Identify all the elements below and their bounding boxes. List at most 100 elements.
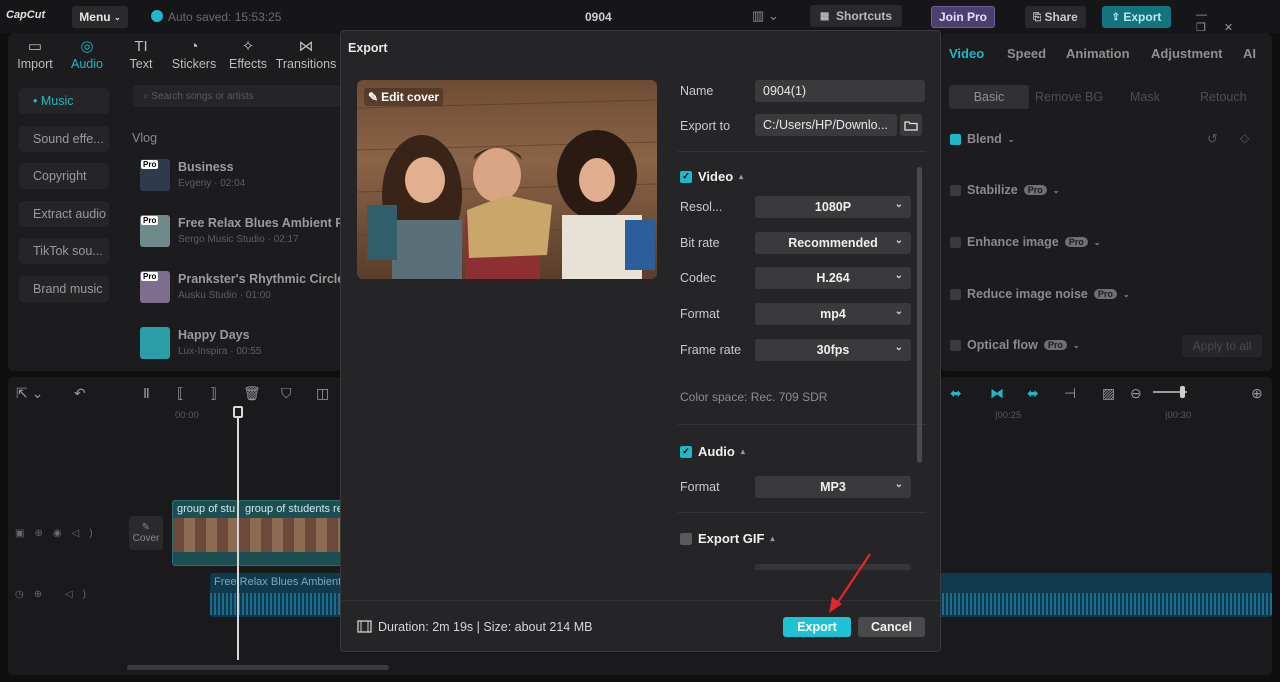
search-input[interactable]: ⌕ Search songs or artists xyxy=(133,85,341,107)
marker-icon[interactable]: ⛉ xyxy=(281,385,292,402)
menu-button[interactable]: Menu ⌄ xyxy=(72,6,128,28)
settings-scrollbar[interactable] xyxy=(917,167,922,463)
chevron-down-icon: ⌄ xyxy=(894,199,903,210)
cancel-button[interactable]: Cancel xyxy=(858,617,925,637)
edit-cover-button[interactable]: ✎ Edit cover xyxy=(364,88,444,106)
select-tool-icon[interactable]: ⇱ ⌄ xyxy=(16,385,43,402)
video-clip[interactable]: group of students re xyxy=(238,500,342,566)
zoom-in-icon[interactable]: ⊕ xyxy=(1251,385,1263,402)
resolution-select[interactable]: 1080P ⌄ xyxy=(755,196,911,218)
audio-section-header[interactable]: ✓ Audio ▴ xyxy=(680,444,745,459)
gif-section-header[interactable]: Export GIF ▴ xyxy=(680,531,774,546)
tab-adjustment[interactable]: Adjustment xyxy=(1151,46,1223,61)
codec-select[interactable]: H.264 ⌄ xyxy=(755,267,911,289)
undo-icon[interactable]: ↶ xyxy=(74,385,86,402)
tab-stickers[interactable]: ◔ Stickers xyxy=(165,38,223,71)
subtab-basic[interactable]: Basic xyxy=(949,85,1029,109)
pencil-icon: ✎ xyxy=(141,522,151,533)
video-checkbox[interactable]: ✓ xyxy=(680,170,692,183)
split-left-icon[interactable]: ⟦ xyxy=(177,385,184,402)
checkbox[interactable] xyxy=(950,339,961,351)
option-optical-flow[interactable]: Optical flow Pro ⌄ xyxy=(950,338,1080,352)
zoom-slider-handle[interactable] xyxy=(1180,386,1185,398)
tab-animation[interactable]: Animation xyxy=(1066,46,1130,61)
apply-to-all-button[interactable]: Apply to all xyxy=(1182,335,1262,357)
playhead-handle[interactable] xyxy=(233,406,243,418)
audio-track-controls[interactable]: ◷⊕ ◁) xyxy=(15,589,96,600)
sidebar-item-sound-effects[interactable]: Sound effe... xyxy=(19,126,109,152)
gif-checkbox[interactable] xyxy=(680,532,692,545)
list-item[interactable]: Pro Prankster's Rhythmic Circles Ausku St… xyxy=(133,264,351,310)
reset-icon[interactable]: ↺ xyxy=(1207,131,1218,147)
tab-speed[interactable]: Speed xyxy=(1007,46,1046,61)
option-stabilize[interactable]: Stabilize Pro ⌄ xyxy=(950,183,1059,197)
window-controls[interactable]: —❐✕ xyxy=(1196,9,1280,34)
sidebar-item-extract-audio[interactable]: Extract audio xyxy=(19,201,109,227)
format-select[interactable]: mp4 ⌄ xyxy=(755,303,911,325)
option-reduce-noise[interactable]: Reduce image noise Pro ⌄ xyxy=(950,287,1130,301)
folder-button[interactable] xyxy=(900,114,922,136)
name-input[interactable]: 0904(1) xyxy=(755,80,925,102)
video-track-controls[interactable]: ▣⊕◉◁) xyxy=(15,528,103,539)
film-icon xyxy=(357,620,372,636)
top-export-button[interactable]: ⇪ Export xyxy=(1102,6,1171,28)
playhead[interactable] xyxy=(237,408,239,660)
share-button[interactable]: ⎘ Share xyxy=(1025,6,1086,28)
sidebar-item-tiktok-sounds[interactable]: TikTok sou... xyxy=(19,238,109,264)
video-section-header[interactable]: ✓ Video ▴ xyxy=(680,169,743,184)
framerate-select[interactable]: 30fps ⌄ xyxy=(755,339,911,361)
join-pro-button[interactable]: Join Pro xyxy=(931,6,995,28)
color-space-info: Color space: Rec. 709 SDR xyxy=(680,390,828,404)
option-blend[interactable]: Blend ⌄ xyxy=(950,132,1014,146)
split-icon[interactable]: Ⅱ xyxy=(143,385,150,402)
bitrate-select[interactable]: Recommended ⌄ xyxy=(755,232,911,254)
track-thumbnail xyxy=(140,327,170,359)
tab-transitions[interactable]: ⋈ Transitions xyxy=(273,38,339,71)
audio-format-select[interactable]: MP3 ⌄ xyxy=(755,476,911,498)
checkbox[interactable] xyxy=(950,288,961,300)
red-arrow-annotation xyxy=(829,553,871,613)
divider xyxy=(678,512,926,513)
delete-icon[interactable]: 🗑 xyxy=(243,385,261,402)
keyframe-icon[interactable]: ◇ xyxy=(1240,131,1249,145)
list-item[interactable]: Happy Days Lux-Inspira · 00:55 xyxy=(133,320,343,366)
tab-import[interactable]: ▭ Import xyxy=(13,38,57,71)
crop-icon[interactable]: ◫ xyxy=(316,385,329,402)
tab-audio[interactable]: ◎ Audio xyxy=(57,38,117,71)
video-clip[interactable]: group of stu xyxy=(172,500,238,566)
tab-video[interactable]: Video xyxy=(949,46,984,61)
checkbox[interactable] xyxy=(950,236,961,248)
zoom-out-icon[interactable]: ⊖ xyxy=(1130,385,1142,402)
sidebar-item-brand-music[interactable]: Brand music xyxy=(19,276,109,302)
align-icon[interactable]: ⊣ xyxy=(1064,385,1076,402)
time-tick: 00:00 xyxy=(175,410,199,421)
audio-checkbox[interactable]: ✓ xyxy=(680,445,692,458)
export-path-input[interactable]: C:/Users/HP/Downlo... xyxy=(755,114,897,136)
image-icon[interactable]: ▨ xyxy=(1102,385,1115,402)
export-button[interactable]: Export xyxy=(783,617,851,637)
shortcuts-button[interactable]: ▦ Shortcuts xyxy=(810,5,902,27)
cover-button[interactable]: ✎ Cover xyxy=(129,516,163,550)
pro-badge: Pro xyxy=(141,272,159,281)
subtab-mask[interactable]: Mask xyxy=(1130,90,1160,104)
tab-effects[interactable]: ✧ Effects xyxy=(223,38,273,71)
sidebar-item-copyright[interactable]: Copyright xyxy=(19,163,109,189)
duration-size-info: Duration: 2m 19s | Size: about 214 MB xyxy=(378,620,593,634)
timeline-scrollbar[interactable] xyxy=(127,665,389,670)
checkbox[interactable] xyxy=(950,184,961,196)
list-item[interactable]: Pro Business Evgeny · 02:04 xyxy=(133,152,343,198)
option-enhance-image[interactable]: Enhance image Pro ⌄ xyxy=(950,235,1100,249)
checkbox[interactable] xyxy=(950,133,961,145)
tab-ai[interactable]: AI xyxy=(1243,46,1256,61)
link-icon[interactable]: ⧓ xyxy=(990,385,1004,402)
list-item[interactable]: Pro Free Relax Blues Ambient Po Sergo Mus… xyxy=(133,208,351,254)
split-right-icon[interactable]: ⟧ xyxy=(210,385,217,402)
sidebar-item-music[interactable]: • Music xyxy=(19,88,109,114)
preview-axis-icon[interactable]: ⬌ xyxy=(1027,385,1039,402)
layout-icon[interactable]: ▥ ⌄ xyxy=(752,8,779,24)
subtab-remove-bg[interactable]: Remove BG xyxy=(1035,90,1103,104)
snap-icon[interactable]: ⬌ xyxy=(950,385,962,402)
capcut-logo: CapCut xyxy=(6,9,46,21)
tab-text[interactable]: TI Text xyxy=(117,38,165,71)
subtab-retouch[interactable]: Retouch xyxy=(1200,90,1247,104)
